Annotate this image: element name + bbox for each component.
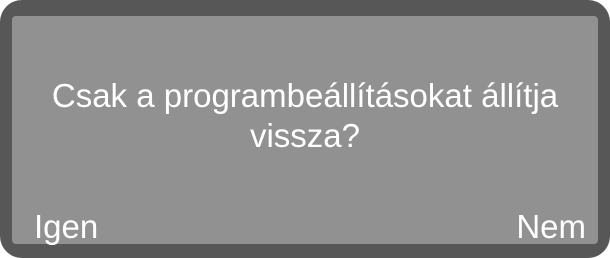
confirmation-message: Csak a programbeállításokat állítja viss… (12, 76, 598, 156)
message-line-2: vissza? (249, 117, 361, 154)
message-line-1: Csak a programbeállításokat állítja (51, 77, 559, 114)
no-softkey[interactable]: Nem (516, 210, 586, 244)
display-screen: Csak a programbeállításokat állítja viss… (12, 16, 598, 244)
yes-softkey[interactable]: Igen (34, 210, 98, 244)
device-bezel: Csak a programbeállításokat állítja viss… (0, 0, 610, 258)
